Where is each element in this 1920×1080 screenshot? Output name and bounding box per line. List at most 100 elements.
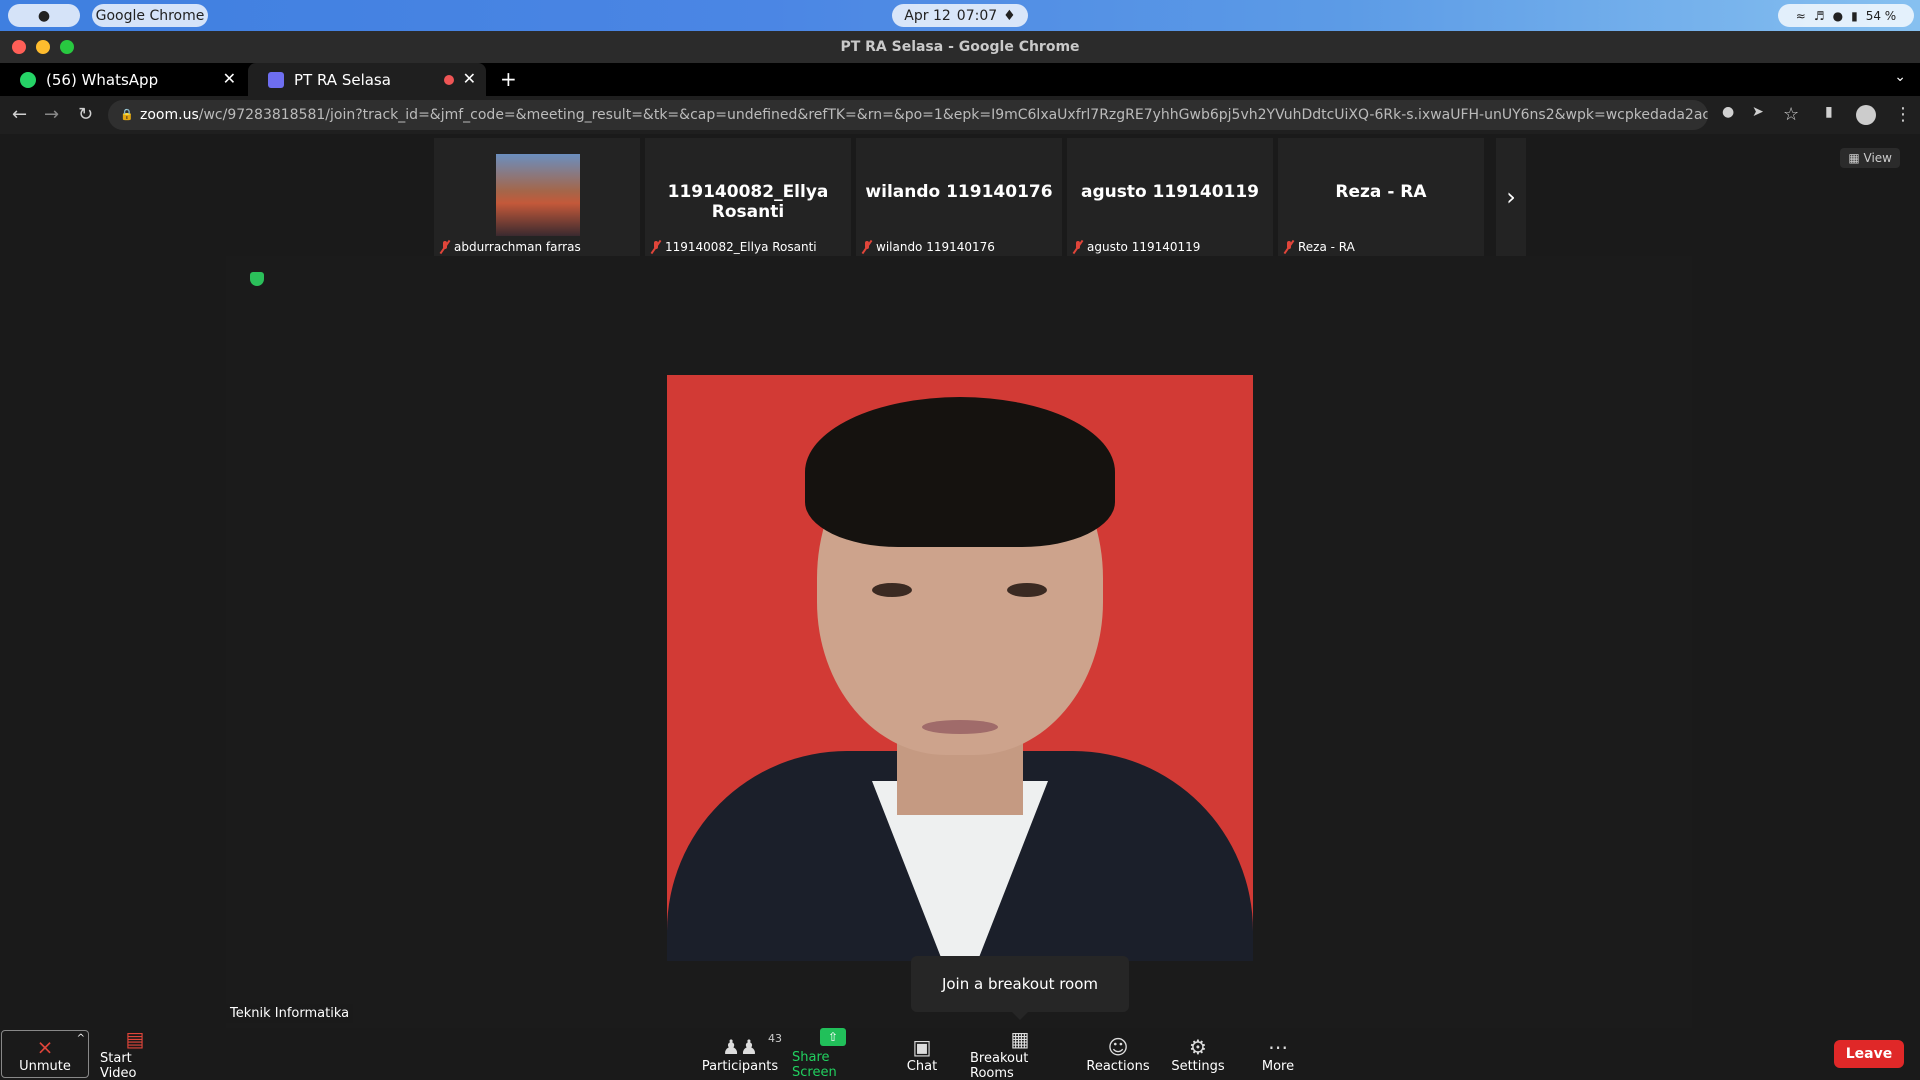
participant-tile[interactable]: Reza - RA Reza - RA xyxy=(1278,138,1484,256)
maximize-window-button[interactable] xyxy=(60,40,74,54)
minimize-window-button[interactable] xyxy=(36,40,50,54)
tab-zoom-meeting[interactable]: PT RA Selasa ✕ xyxy=(248,63,486,96)
active-speaker-profile-photo xyxy=(667,375,1253,961)
navigation-bar: ← → ↻ 🔒 zoom.us/wc/97283818581/join?trac… xyxy=(0,96,1920,134)
reload-icon[interactable]: ↻ xyxy=(78,104,93,125)
muted-microphone-icon: ⨯ xyxy=(36,1034,54,1059)
close-icon[interactable]: ✕ xyxy=(463,69,476,88)
breakout-rooms-icon: ▦ xyxy=(1010,1027,1030,1051)
participant-name: abdurrachman farras xyxy=(454,240,581,254)
url-path: /wc/97283818581/join?track_id=&jmf_code=… xyxy=(198,107,1708,123)
zoom-icon xyxy=(268,71,284,88)
tooltip-text: Join a breakout room xyxy=(941,975,1099,993)
start-video-label: Start Video xyxy=(100,1051,137,1080)
more-button[interactable]: ⋯ More xyxy=(1258,1028,1298,1080)
reactions-label: Reactions xyxy=(1086,1058,1150,1074)
new-tab-button[interactable]: + xyxy=(500,67,517,91)
system-menu-bar: ● Google Chrome Apr 12 07:07 ♦ ≈ ♬ ● ▮ 5… xyxy=(0,0,1920,31)
status-tray[interactable]: ≈ ♬ ● ▮ 54 % xyxy=(1778,4,1914,27)
grid-icon: ▦ xyxy=(1848,151,1864,165)
video-off-icon: ▤ xyxy=(125,1027,145,1051)
side-panel-icon[interactable]: ▮ xyxy=(1825,104,1833,120)
url-bar[interactable]: 🔒 zoom.us/wc/97283818581/join?track_id=&… xyxy=(108,100,1708,130)
leave-button[interactable]: Leave xyxy=(1834,1040,1904,1068)
date-label: Apr 12 xyxy=(904,7,951,24)
camera-permission-icon[interactable]: ● xyxy=(1722,104,1734,120)
muted-mic-icon xyxy=(651,240,661,254)
leave-label: Leave xyxy=(1845,1046,1893,1062)
muted-mic-icon xyxy=(862,240,872,254)
muted-mic-icon xyxy=(1073,240,1083,254)
breakout-rooms-label: Breakout Rooms xyxy=(970,1051,1029,1080)
participants-count: 43 xyxy=(768,1032,782,1045)
bookmark-star-icon[interactable]: ☆ xyxy=(1783,104,1799,125)
microphone-icon: ● xyxy=(1832,8,1844,23)
unmute-label: Unmute xyxy=(19,1058,71,1074)
tab-label: (56) WhatsApp xyxy=(46,70,159,89)
view-label: View xyxy=(1863,151,1892,165)
chat-bubble-icon: ▣ xyxy=(912,1034,932,1059)
time-label: 07:07 xyxy=(956,7,998,24)
encryption-shield-icon[interactable] xyxy=(250,272,264,286)
reactions-button[interactable]: ☺ Reactions xyxy=(1086,1028,1150,1080)
battery-icon: ▮ xyxy=(1851,8,1858,23)
unmute-button[interactable]: ⨯ Unmute ^ xyxy=(1,1030,89,1078)
close-icon[interactable]: ✕ xyxy=(223,69,236,88)
wifi-icon: ≈ xyxy=(1795,8,1806,23)
volume-icon: ♬ xyxy=(1813,8,1825,23)
active-app-label: Google Chrome xyxy=(95,7,205,24)
share-screen-button[interactable]: ⇧ Share Screen xyxy=(792,1028,874,1080)
share-screen-icon: ⇧ xyxy=(820,1028,846,1046)
next-page-chevron-icon[interactable]: › xyxy=(1496,138,1526,256)
participant-tile[interactable]: 119140082_Ellya Rosanti 119140082_Ellya … xyxy=(645,138,851,256)
tab-label: PT RA Selasa xyxy=(294,70,391,89)
muted-mic-icon xyxy=(440,240,450,254)
participants-button[interactable]: ♟♟ 43 Participants xyxy=(701,1028,782,1080)
participant-display-name: 119140082_Ellya Rosanti xyxy=(667,182,829,222)
recording-indicator-icon xyxy=(444,75,454,85)
chat-button[interactable]: ▣ Chat xyxy=(896,1028,948,1080)
participant-display-name: Reza - RA xyxy=(1335,182,1427,202)
profile-avatar[interactable] xyxy=(1856,105,1876,125)
participant-tile[interactable]: wilando 119140176 wilando 119140176 xyxy=(856,138,1062,256)
close-window-button[interactable] xyxy=(12,40,26,54)
tab-search-chevron-icon[interactable]: ⌄ xyxy=(1894,69,1906,85)
forward-arrow-icon[interactable]: → xyxy=(44,104,59,125)
participant-display-name: wilando 119140176 xyxy=(865,182,1053,202)
participants-label: Participants xyxy=(701,1058,779,1074)
active-app-button[interactable]: Google Chrome xyxy=(92,4,208,27)
participant-name: agusto 119140119 xyxy=(1087,240,1201,254)
start-video-button[interactable]: ▤ Start Video xyxy=(100,1027,170,1080)
participant-tile[interactable]: abdurrachman farras xyxy=(434,138,640,256)
window-titlebar: PT RA Selasa - Google Chrome xyxy=(0,31,1920,63)
url-host: zoom.us xyxy=(140,107,199,123)
breakout-room-tooltip[interactable]: Join a breakout room xyxy=(911,956,1129,1020)
settings-button[interactable]: ⚙ Settings xyxy=(1170,1028,1226,1080)
apple-menu-button[interactable]: ● xyxy=(8,4,80,27)
tab-whatsapp[interactable]: (56) WhatsApp ✕ xyxy=(0,63,246,96)
clock[interactable]: Apr 12 07:07 ♦ xyxy=(892,4,1028,27)
muted-mic-icon xyxy=(1284,240,1294,254)
participant-name: Reza - RA xyxy=(1298,240,1355,254)
breakout-rooms-button[interactable]: ▦ Breakout Rooms xyxy=(970,1027,1070,1080)
battery-label: 54 % xyxy=(1865,8,1897,23)
participant-strip: abdurrachman farras 119140082_Ellya Rosa… xyxy=(434,138,1534,256)
participants-icon: ♟♟ xyxy=(722,1034,758,1059)
tab-strip: (56) WhatsApp ✕ PT RA Selasa ✕ + ⌄ xyxy=(0,63,1920,96)
send-icon[interactable]: ➤ xyxy=(1752,104,1764,120)
kebab-menu-icon[interactable]: ⋮ xyxy=(1894,104,1912,125)
audio-options-chevron-icon[interactable]: ^ xyxy=(77,1033,85,1044)
settings-label: Settings xyxy=(1171,1058,1225,1074)
share-screen-label: Share Screen xyxy=(792,1050,837,1080)
back-arrow-icon[interactable]: ← xyxy=(12,104,27,125)
view-button[interactable]: ▦ View xyxy=(1840,148,1900,168)
bell-icon: ♦ xyxy=(1003,7,1016,24)
gear-icon: ⚙ xyxy=(1189,1034,1207,1059)
smiley-icon: ☺ xyxy=(1107,1034,1129,1059)
window-title: PT RA Selasa - Google Chrome xyxy=(840,39,1080,55)
more-dots-icon: ⋯ xyxy=(1268,1034,1288,1059)
participant-name: 119140082_Ellya Rosanti xyxy=(665,240,817,254)
participant-tile[interactable]: agusto 119140119 agusto 119140119 xyxy=(1067,138,1273,256)
meeting-toolbar: ⨯ Unmute ^ ▤ Start Video ♟♟ 43 Participa… xyxy=(0,1027,1920,1080)
participant-display-name: agusto 119140119 xyxy=(1080,182,1260,202)
